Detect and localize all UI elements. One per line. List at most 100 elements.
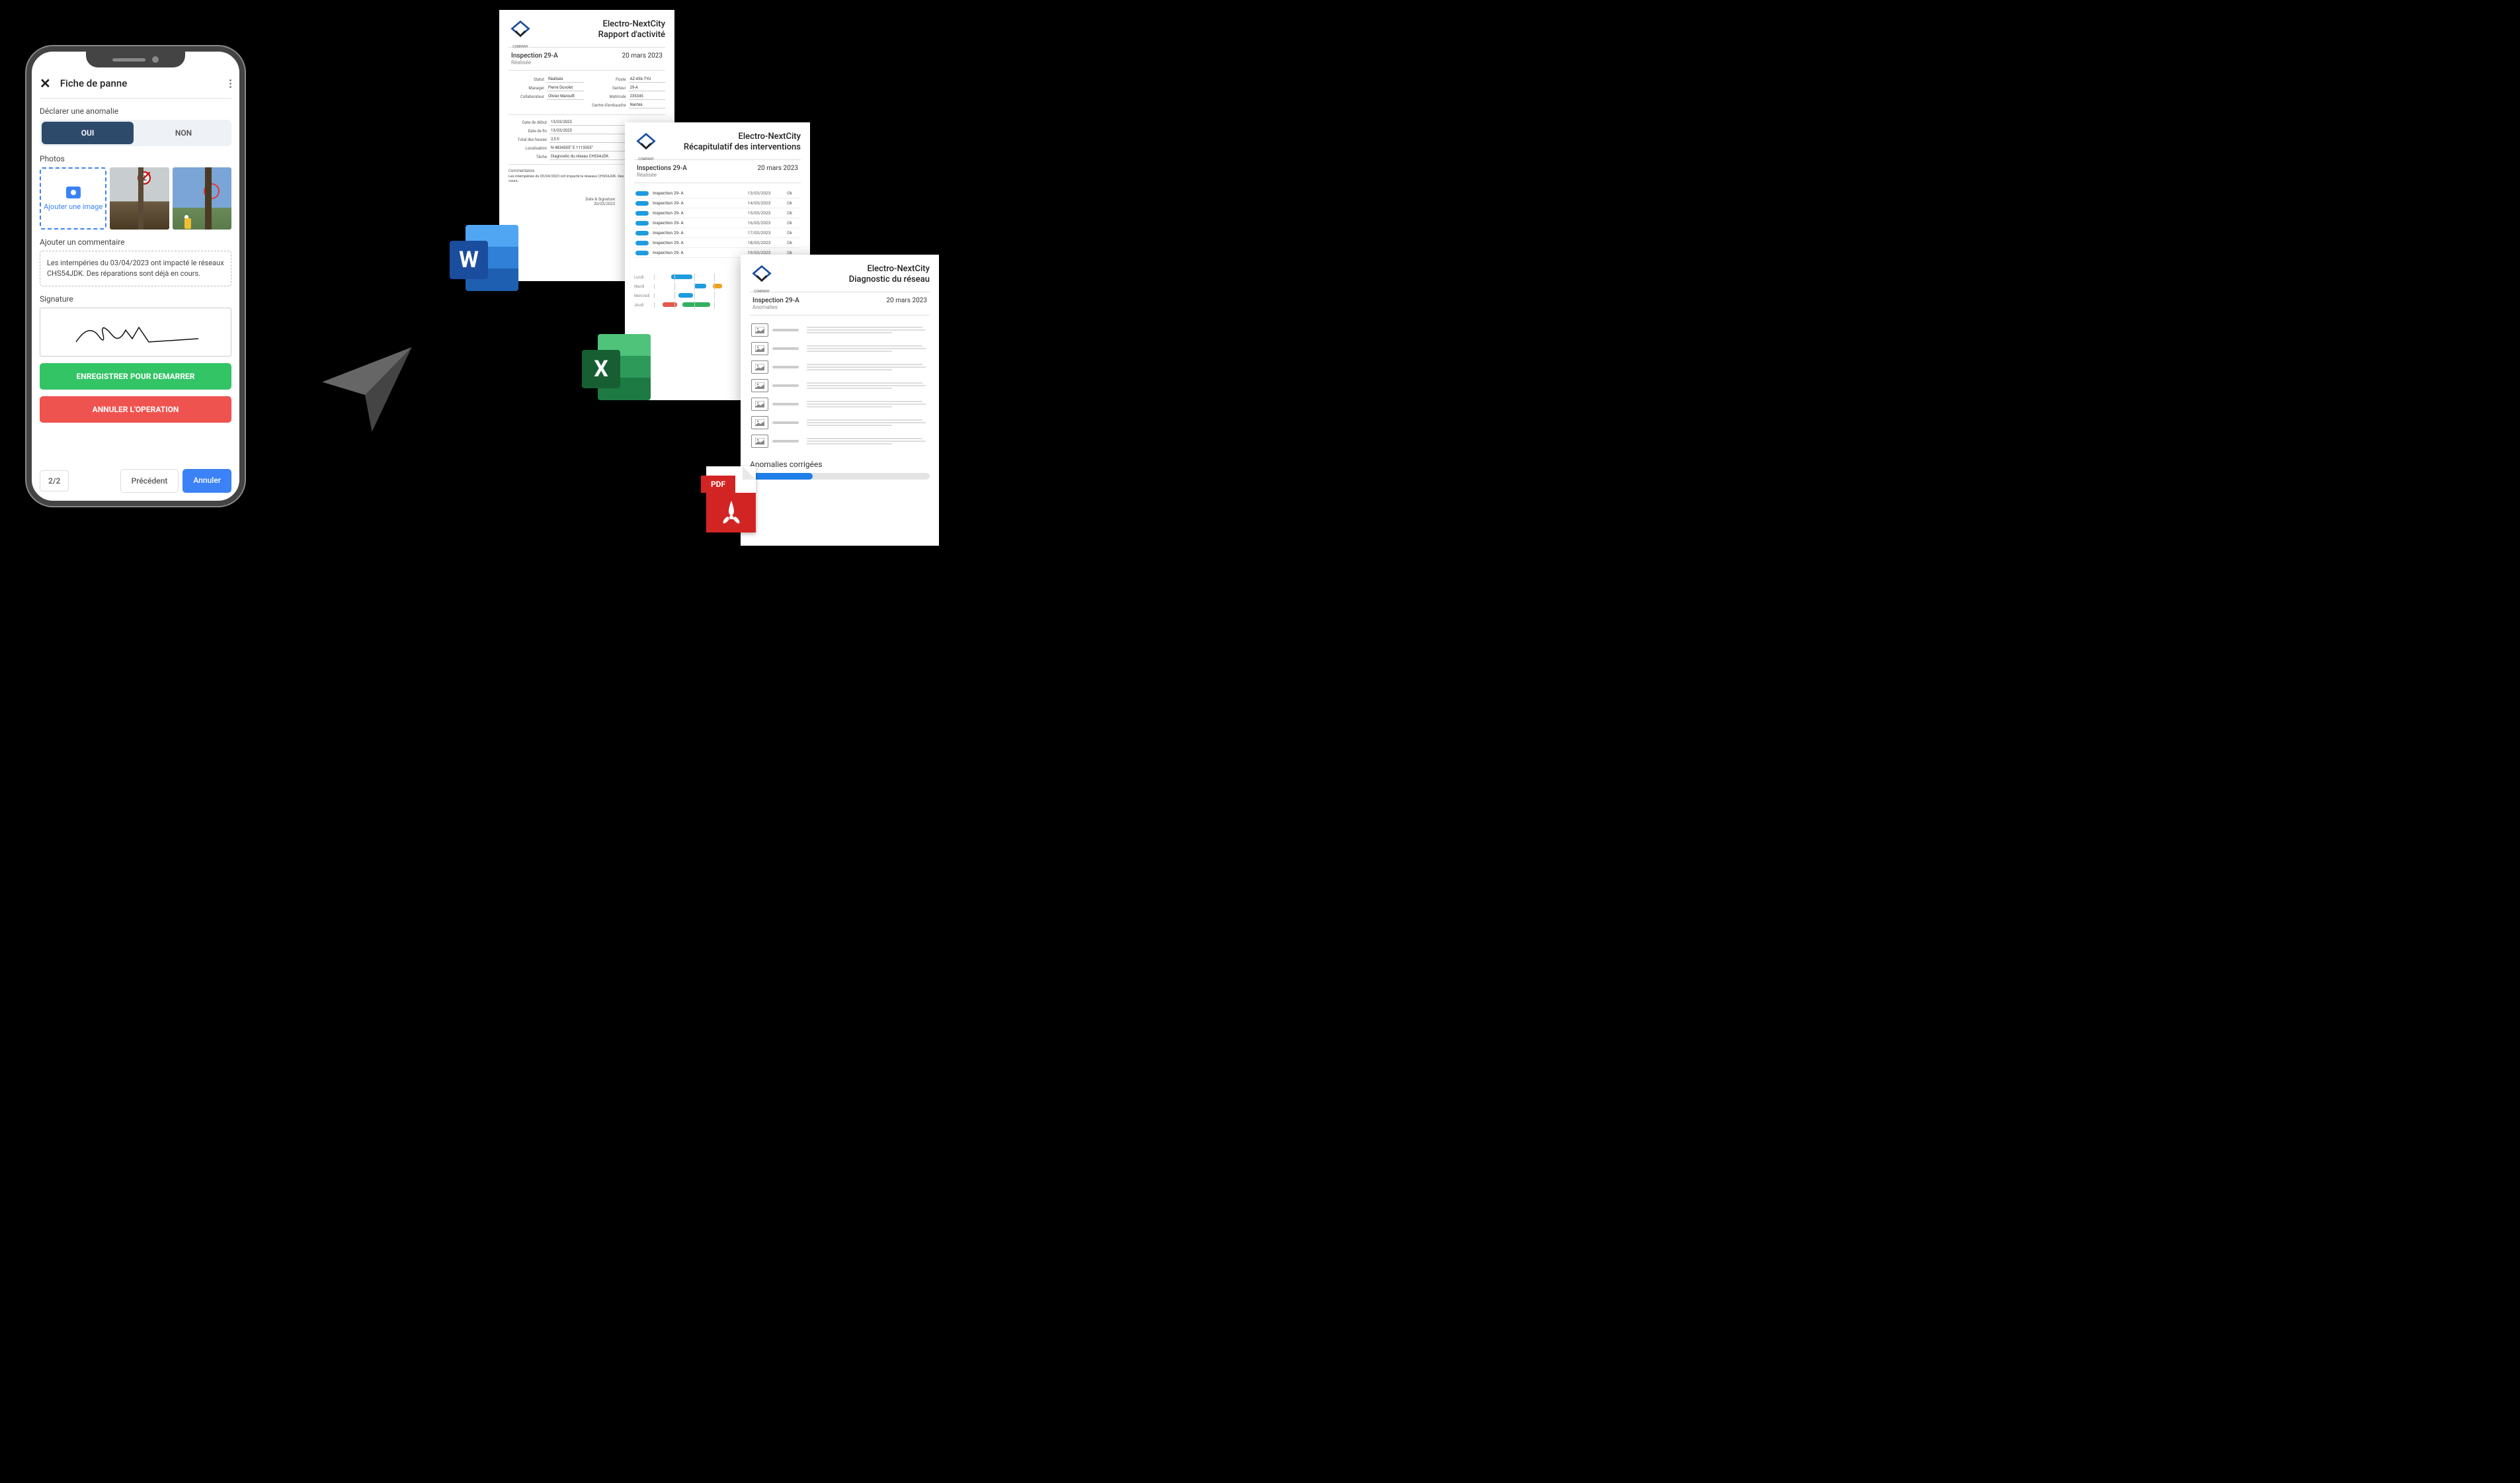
- field-row: Centre d'embaucheNantes: [590, 102, 666, 108]
- bar-placeholder: [772, 398, 803, 411]
- image-placeholder-icon: [751, 360, 768, 374]
- company-logo-icon: COMPANY: [508, 19, 532, 43]
- comment-textarea[interactable]: Les intempéries du 03/04/2023 ont impact…: [40, 251, 231, 286]
- anomaly-row: [750, 321, 930, 339]
- doc1-inspection-status: Réalisée: [511, 60, 558, 65]
- text-placeholder: [807, 398, 928, 411]
- photos-row: Ajouter une image ⟂: [40, 167, 231, 230]
- bar-placeholder: [772, 323, 803, 337]
- anomaly-row: [750, 339, 930, 358]
- bar-placeholder: [772, 379, 803, 392]
- anomaly-row: [750, 413, 930, 432]
- image-placeholder-icon: [751, 323, 768, 337]
- doc1-inspection-date: 20 mars 2023: [622, 52, 663, 65]
- intervention-row: Inspection 29- A 18/03/2023 Ok: [634, 238, 801, 248]
- text-placeholder: [807, 379, 928, 392]
- intervention-row: Inspection 29- A 17/03/2023 Ok: [634, 228, 801, 238]
- anomaly-row: [750, 395, 930, 413]
- anomaly-row: [750, 358, 930, 376]
- doc2-inspection-date: 20 mars 2023: [758, 165, 798, 178]
- word-file-icon: W: [450, 225, 522, 298]
- intervention-row: Inspection 29- A 13/03/2023 Ok: [634, 189, 801, 198]
- anomaly-row: [750, 376, 930, 395]
- doc2-inspection-name: Inspections 29-A: [637, 165, 687, 172]
- camera-icon: [66, 187, 81, 198]
- highlight-circle: [204, 183, 220, 199]
- toggle-no[interactable]: NON: [138, 122, 229, 144]
- signature-pad[interactable]: [40, 308, 231, 357]
- bar-placeholder: [772, 360, 803, 374]
- close-icon[interactable]: ✕: [40, 75, 51, 91]
- status-pill: [635, 191, 649, 196]
- anomaly-toggle: OUI NON: [40, 120, 231, 146]
- pdf-file-icon: PDF: [701, 466, 760, 542]
- field-row: ManagerPierre Duvolet: [508, 85, 584, 91]
- status-pill: [635, 201, 649, 206]
- status-pill: [635, 251, 649, 255]
- photos-label: Photos: [40, 154, 231, 163]
- field-row: StatutRéalisée: [508, 76, 584, 83]
- text-placeholder: [807, 416, 928, 429]
- save-start-button[interactable]: ENREGISTRER POUR DEMARRER: [40, 363, 231, 390]
- status-pill: [635, 221, 649, 226]
- status-pill: [635, 241, 649, 245]
- image-placeholder-icon: [751, 379, 768, 392]
- doc3-inspection-status: Anomalies: [752, 304, 799, 310]
- prev-button[interactable]: Précédent: [120, 469, 179, 493]
- doc1-sig-date: 20/03/2023: [586, 202, 615, 206]
- phone-notch: [86, 52, 185, 67]
- doc1-sig-label: Date & Signature: [586, 197, 615, 202]
- status-pill: [635, 231, 649, 235]
- doc-diagnostic-reseau: COMPANY Electro-NextCity Diagnostic du r…: [741, 255, 939, 546]
- antenna-badge-icon: ⟂: [138, 171, 151, 185]
- anomalies-corrected-label: Anomalies corrigées: [750, 460, 930, 469]
- add-image-label: Ajouter une image: [44, 202, 102, 211]
- text-placeholder: [807, 323, 928, 337]
- progress-bar: [750, 473, 930, 480]
- bar-placeholder: [772, 416, 803, 429]
- image-placeholder-icon: [751, 416, 768, 429]
- photo-thumb-2[interactable]: [173, 167, 231, 230]
- image-placeholder-icon: [751, 435, 768, 448]
- cancel-operation-button[interactable]: ANNULER L'OPERATION: [40, 396, 231, 423]
- phone-mockup: ✕ Fiche de panne Déclarer une anomalie O…: [26, 46, 245, 506]
- signature-label: Signature: [40, 294, 231, 304]
- intervention-row: Inspection 29- A 15/03/2023 Ok: [634, 208, 801, 218]
- photo-thumb-1[interactable]: ⟂: [110, 167, 169, 230]
- doc1-title: Electro-NextCity Rapport d'activité: [598, 19, 665, 43]
- add-image-button[interactable]: Ajouter une image: [40, 167, 106, 230]
- doc3-title: Electro-NextCity Diagnostic du réseau: [849, 264, 930, 288]
- field-row: CollaborateurOlivier Maroulll: [508, 93, 584, 100]
- page-indicator: 2/2: [40, 470, 69, 491]
- company-logo-icon: COMPANY: [634, 132, 658, 155]
- field-row: Matricule235345: [590, 93, 666, 100]
- next-button[interactable]: Annuler: [183, 469, 231, 493]
- page-title: Fiche de panne: [60, 77, 127, 89]
- intervention-row: Inspection 29- A 14/03/2023 Ok: [634, 198, 801, 208]
- image-placeholder-icon: [751, 342, 768, 355]
- doc3-inspection-name: Inspection 29-A: [752, 297, 799, 304]
- excel-file-icon: X: [582, 334, 655, 407]
- company-logo-icon: COMPANY: [750, 264, 774, 288]
- toggle-yes[interactable]: OUI: [42, 122, 134, 144]
- bar-placeholder: [772, 435, 803, 448]
- anomaly-row: [750, 432, 930, 450]
- signature-stroke: [69, 316, 202, 349]
- pager-row: 2/2 Précédent Annuler: [40, 461, 231, 493]
- intervention-row: Inspection 29- A 16/03/2023 Ok: [634, 218, 801, 228]
- kebab-menu-icon[interactable]: [229, 79, 231, 88]
- doc3-inspection-date: 20 mars 2023: [887, 297, 927, 310]
- image-placeholder-icon: [751, 398, 768, 411]
- status-pill: [635, 211, 649, 216]
- bar-placeholder: [772, 342, 803, 355]
- comment-label: Ajouter un commentaire: [40, 237, 231, 247]
- text-placeholder: [807, 360, 928, 374]
- anomaly-label: Déclarer une anomalie: [40, 106, 231, 116]
- app-header: ✕ Fiche de panne: [40, 71, 231, 99]
- text-placeholder: [807, 435, 928, 448]
- field-row: Secteur29-A: [590, 85, 666, 91]
- doc2-title: Electro-NextCity Récapitulatif des inter…: [684, 132, 801, 155]
- doc2-inspection-status: Réalisée: [637, 172, 687, 178]
- field-row: PosteAZ-456-TYU: [590, 76, 666, 83]
- send-icon: [317, 337, 417, 439]
